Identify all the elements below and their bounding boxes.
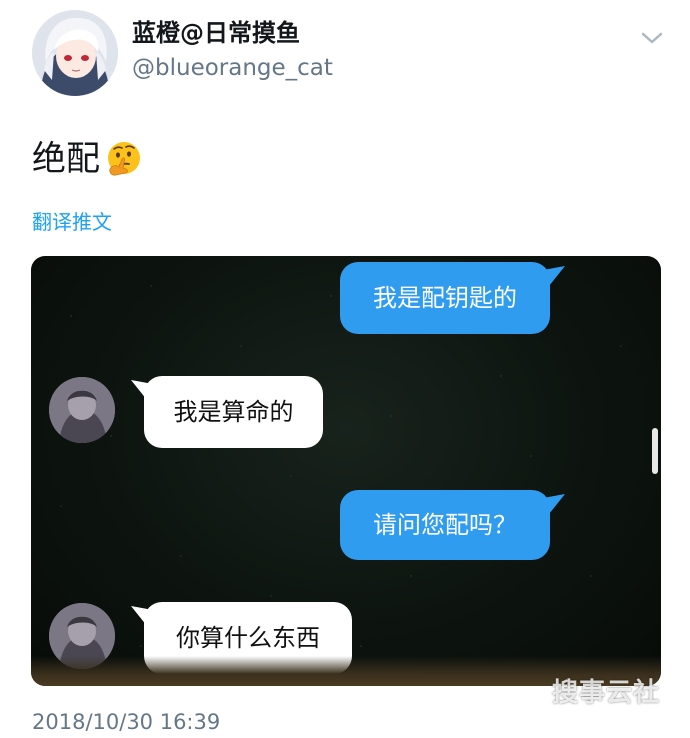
chevron-down-icon <box>641 32 663 44</box>
bubble-tail <box>131 606 153 626</box>
contact-avatar <box>49 377 115 443</box>
bubble-tail <box>543 266 565 286</box>
chat-scrollbar[interactable] <box>652 428 658 474</box>
bubble-tail <box>131 380 153 400</box>
thinking-face-icon <box>108 142 140 176</box>
chat-bubble-incoming: 我是算命的 <box>144 376 323 448</box>
tweet-text-content: 绝配 <box>32 139 100 179</box>
avatar-image <box>32 10 118 96</box>
watermark: 搜事云社 <box>552 678 661 708</box>
tweet-text: 绝配 <box>32 138 144 180</box>
tweet-card: 蓝橙@日常摸鱼 @blueorange_cat 绝配 翻译推文 我是配钥匙的 我… <box>0 0 690 738</box>
tweet-timestamp[interactable]: 2018/10/30 16:39 <box>32 708 220 736</box>
chat-bubble-outgoing: 请问您配吗？ <box>340 490 550 560</box>
author-display-name[interactable]: 蓝橙@日常摸鱼 <box>132 18 333 48</box>
bubble-tail <box>543 494 565 514</box>
tweet-menu-button[interactable] <box>640 28 664 48</box>
translate-tweet-link[interactable]: 翻译推文 <box>32 208 112 236</box>
contact-avatar-image <box>49 377 115 443</box>
chat-bubble-outgoing: 我是配钥匙的 <box>340 262 550 334</box>
author-handle[interactable]: @blueorange_cat <box>132 52 333 84</box>
author-info: 蓝橙@日常摸鱼 @blueorange_cat <box>132 18 333 84</box>
tweet-media-image[interactable]: 我是配钥匙的 我是算命的 请问您配吗？ 你算什么东西 <box>31 256 661 686</box>
author-avatar[interactable] <box>32 10 118 96</box>
